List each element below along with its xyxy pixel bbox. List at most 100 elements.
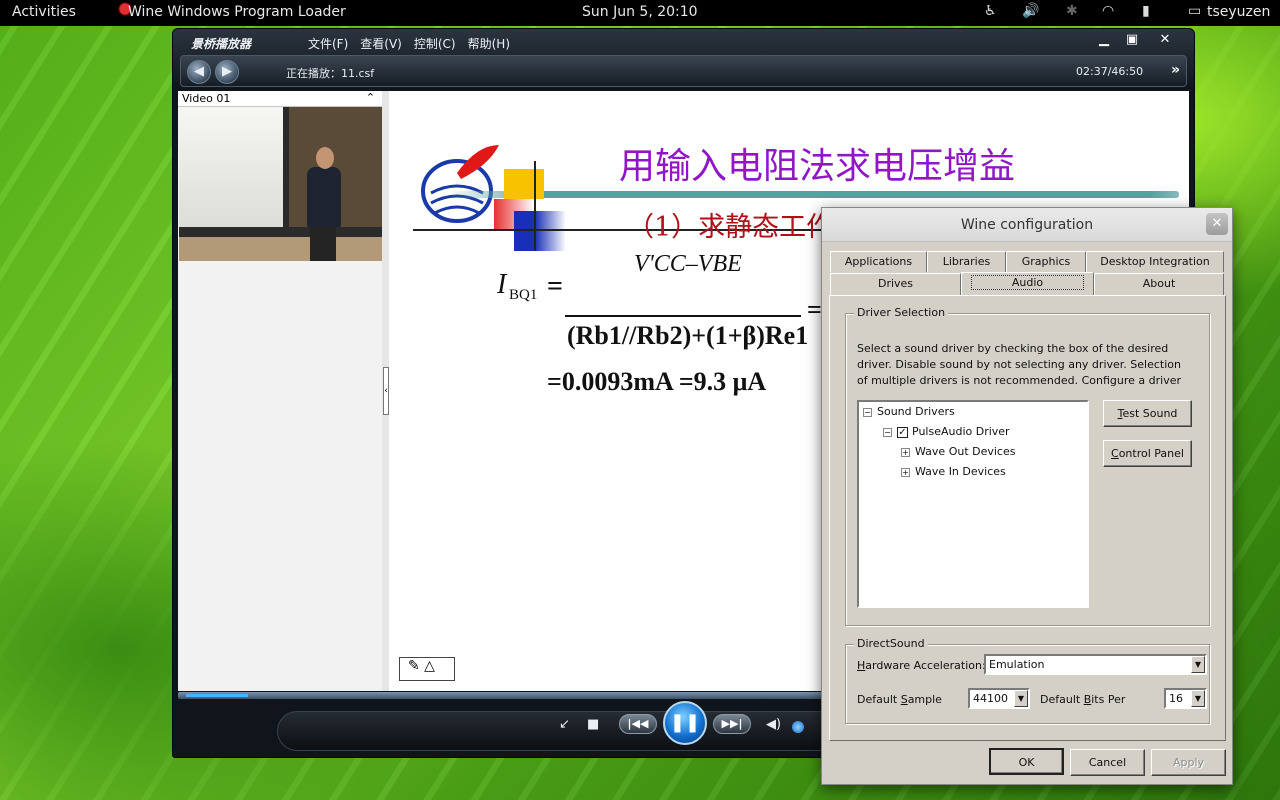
directsound-label: DirectSound bbox=[854, 637, 928, 650]
back-icon[interactable]: ◀ bbox=[187, 60, 211, 84]
time-display: 02:37/46:50 bbox=[1076, 65, 1144, 78]
volume-icon[interactable]: ◀) bbox=[766, 717, 781, 732]
tab-drives[interactable]: Drives bbox=[830, 273, 961, 295]
accessibility-icon[interactable]: ♿ bbox=[984, 3, 997, 19]
expand-icon[interactable]: + bbox=[901, 448, 910, 457]
dialog-titlebar[interactable]: Wine configuration ✕ bbox=[822, 208, 1232, 242]
top-bar: Activities Wine Windows Program Loader S… bbox=[0, 0, 1280, 26]
title-underline-bar bbox=[449, 191, 1179, 198]
previous-icon[interactable]: |◀◀ bbox=[619, 714, 657, 734]
tree-node-pulseaudio[interactable]: − ✓ PulseAudio Driver bbox=[883, 425, 1010, 438]
bits-select[interactable]: 16 ▼ bbox=[1164, 688, 1207, 709]
driver-selection-group: Driver Selection Select a sound driver b… bbox=[845, 306, 1210, 626]
bluetooth-icon[interactable]: ✱ bbox=[1066, 3, 1078, 19]
slide-subtitle: （1）求静态工作 bbox=[627, 212, 834, 243]
chevron-down-icon[interactable]: ▼ bbox=[1014, 690, 1028, 707]
cancel-button[interactable]: Cancel bbox=[1070, 749, 1145, 776]
formula-lhs: I bbox=[497, 269, 507, 300]
now-playing: 正在播放：11.csf bbox=[286, 67, 375, 80]
maximize-button[interactable]: ▣ bbox=[1122, 32, 1142, 48]
logo-icon bbox=[421, 145, 499, 223]
whiteboard bbox=[179, 107, 287, 235]
board-rail bbox=[179, 227, 383, 237]
dialog-title: Wine configuration bbox=[960, 217, 1094, 233]
formula-equals-2: = bbox=[807, 295, 822, 324]
tab-libraries[interactable]: Libraries bbox=[927, 251, 1006, 272]
sound-driver-tree[interactable]: − Sound Drivers − ✓ PulseAudio Driver + Wave… bbox=[857, 400, 1089, 608]
expand-icon[interactable]: » bbox=[1171, 62, 1180, 78]
menu-file[interactable]: 文件(F) bbox=[308, 35, 348, 52]
expand-icon[interactable]: + bbox=[901, 468, 910, 477]
player-titlebar[interactable]: 景桥播放器 文件(F) 查看(V) 控制(C) 帮助(H) ▁ ▣ ✕ bbox=[173, 29, 1194, 53]
control-bar bbox=[277, 711, 877, 751]
menu-view[interactable]: 查看(V) bbox=[360, 35, 402, 52]
tree-node-wave-in[interactable]: + Wave In Devices bbox=[901, 465, 1006, 478]
driver-label: PulseAudio Driver bbox=[912, 425, 1010, 438]
app-menu-title[interactable]: Wine Windows Program Loader bbox=[128, 4, 346, 20]
volume-slider[interactable] bbox=[792, 721, 804, 733]
video-label: Video 01 bbox=[182, 92, 231, 105]
collapse-icon[interactable]: ⌃ bbox=[366, 91, 375, 104]
menu-control[interactable]: 控制(C) bbox=[414, 35, 456, 52]
tab-graphics[interactable]: Graphics bbox=[1006, 251, 1086, 272]
formula-lhs-subscript: BQ1 bbox=[509, 287, 538, 303]
stop-icon[interactable]: ■ bbox=[587, 717, 599, 732]
test-sound-button[interactable]: Test Sound bbox=[1103, 400, 1192, 427]
tab-audio[interactable]: Audio bbox=[961, 272, 1094, 296]
ok-button[interactable]: OK bbox=[989, 748, 1064, 775]
hw-accel-label: Hardware Acceleration: bbox=[857, 659, 986, 672]
formula-numerator: V'CC–VBE bbox=[634, 251, 742, 277]
chat-icon[interactable]: ▭ bbox=[1188, 3, 1201, 19]
battery-icon[interactable]: ▮ bbox=[1142, 3, 1150, 19]
forward-icon[interactable]: ▶ bbox=[215, 60, 239, 84]
close-button[interactable]: ✕ bbox=[1155, 32, 1175, 48]
chevron-down-icon[interactable]: ▼ bbox=[1191, 690, 1205, 707]
formula-denominator: (Rb1//Rb2)+(1+β)Re1 bbox=[567, 321, 809, 350]
fullscreen-exit-icon[interactable]: ↙ bbox=[559, 717, 570, 732]
player-navbar: ◀ ▶ 正在播放：11.csf 02:37/46:50 » bbox=[180, 55, 1187, 87]
menu-help[interactable]: 帮助(H) bbox=[468, 35, 510, 52]
pause-button[interactable]: ❚❚ bbox=[663, 701, 707, 745]
minimize-button[interactable]: ▁ bbox=[1094, 32, 1114, 48]
seek-progress bbox=[186, 694, 248, 697]
close-icon[interactable]: ✕ bbox=[1206, 213, 1228, 235]
tab-applications[interactable]: Applications bbox=[830, 251, 927, 272]
player-title: 景桥播放器 bbox=[191, 37, 252, 51]
tab-about[interactable]: About bbox=[1094, 273, 1224, 295]
driver-selection-label: Driver Selection bbox=[854, 306, 949, 319]
collapse-icon[interactable]: − bbox=[863, 408, 872, 417]
chevron-down-icon[interactable]: ▼ bbox=[1191, 656, 1205, 673]
tree-node-sound-drivers[interactable]: − Sound Drivers bbox=[863, 405, 955, 418]
bits-label: Default Bits Per bbox=[1040, 693, 1126, 706]
next-icon[interactable]: ▶▶| bbox=[713, 714, 751, 734]
audio-tab-panel: Driver Selection Select a sound driver b… bbox=[829, 295, 1226, 741]
decor-vertical-line bbox=[534, 161, 536, 251]
floor bbox=[179, 237, 383, 261]
fraction-bar bbox=[565, 315, 801, 317]
apply-button[interactable]: Apply bbox=[1151, 749, 1226, 776]
tab-audio-label: Audio bbox=[970, 275, 1085, 290]
board-frame bbox=[283, 107, 289, 237]
sample-select[interactable]: 44100 ▼ bbox=[968, 688, 1030, 709]
bits-value: 16 bbox=[1169, 692, 1183, 705]
collapse-icon[interactable]: − bbox=[883, 428, 892, 437]
clock[interactable]: Sun Jun 5, 20:10 bbox=[582, 4, 698, 20]
tab-desktop-integration[interactable]: Desktop Integration bbox=[1086, 251, 1224, 272]
lecture-video[interactable] bbox=[179, 107, 383, 261]
hw-accel-select[interactable]: Emulation ▼ bbox=[984, 654, 1207, 675]
directsound-group: DirectSound Hardware Acceleration: Emula… bbox=[845, 637, 1210, 724]
tree-root-label: Sound Drivers bbox=[877, 405, 955, 418]
wave-in-label: Wave In Devices bbox=[915, 465, 1006, 478]
volume-icon[interactable]: 🔊 bbox=[1022, 3, 1039, 19]
tree-node-wave-out[interactable]: + Wave Out Devices bbox=[901, 445, 1015, 458]
player-menubar: 文件(F) 查看(V) 控制(C) 帮助(H) bbox=[308, 35, 510, 52]
formula-result: =0.0093mA =9.3 μA bbox=[547, 367, 767, 396]
user-menu[interactable]: tseyuzen bbox=[1207, 4, 1270, 20]
wine-config-dialog: Wine configuration ✕ Applications Librar… bbox=[821, 207, 1233, 785]
wifi-icon[interactable]: ◠ bbox=[1102, 3, 1114, 19]
control-panel-button[interactable]: Control Panel bbox=[1103, 440, 1192, 467]
checkbox-checked-icon[interactable]: ✓ bbox=[897, 427, 908, 438]
lecturer-body bbox=[307, 167, 341, 227]
activities-button[interactable]: Activities bbox=[12, 4, 76, 20]
slide-tool-icon[interactable]: ✎ △ bbox=[399, 657, 455, 681]
